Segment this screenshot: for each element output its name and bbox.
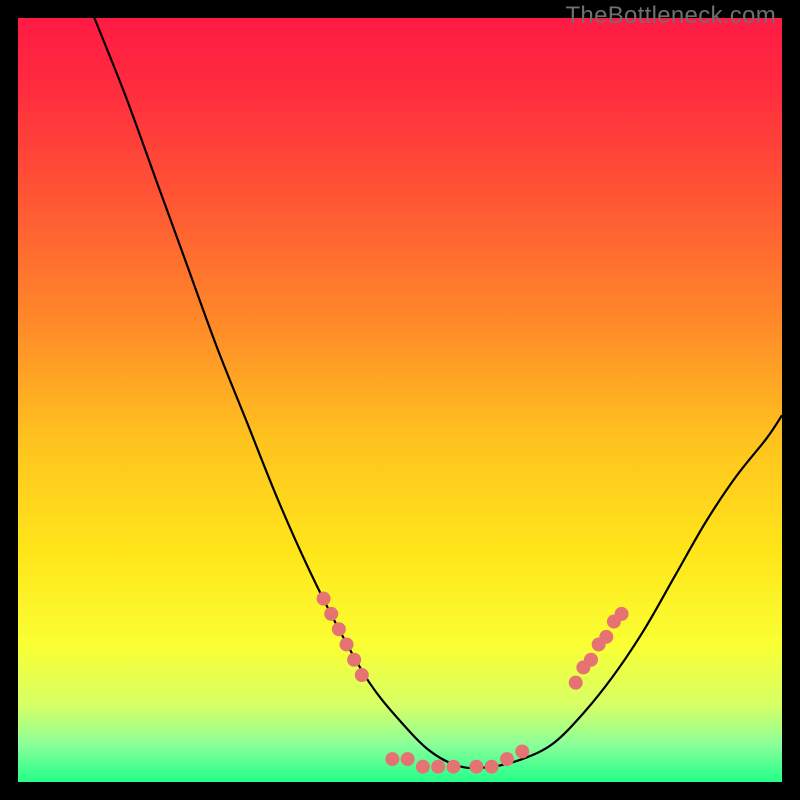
highlight-dot (515, 744, 529, 758)
highlight-dot (615, 607, 629, 621)
highlight-dot (569, 676, 583, 690)
bottleneck-chart (18, 18, 782, 782)
highlight-dot (485, 760, 499, 774)
highlight-dot (340, 637, 354, 651)
highlight-dot (355, 668, 369, 682)
highlight-dot (332, 622, 346, 636)
chart-frame (18, 18, 782, 782)
highlight-dot (469, 760, 483, 774)
highlight-dot (599, 630, 613, 644)
highlight-dot (584, 653, 598, 667)
highlight-dot (385, 752, 399, 766)
highlight-dot (347, 653, 361, 667)
watermark-text: TheBottleneck.com (565, 2, 776, 30)
highlight-dot (401, 752, 415, 766)
highlight-dot (324, 607, 338, 621)
highlight-dot (431, 760, 445, 774)
highlight-dot (317, 592, 331, 606)
highlight-dot (500, 752, 514, 766)
gradient-background (18, 18, 782, 782)
highlight-dot (446, 760, 460, 774)
highlight-dot (416, 760, 430, 774)
